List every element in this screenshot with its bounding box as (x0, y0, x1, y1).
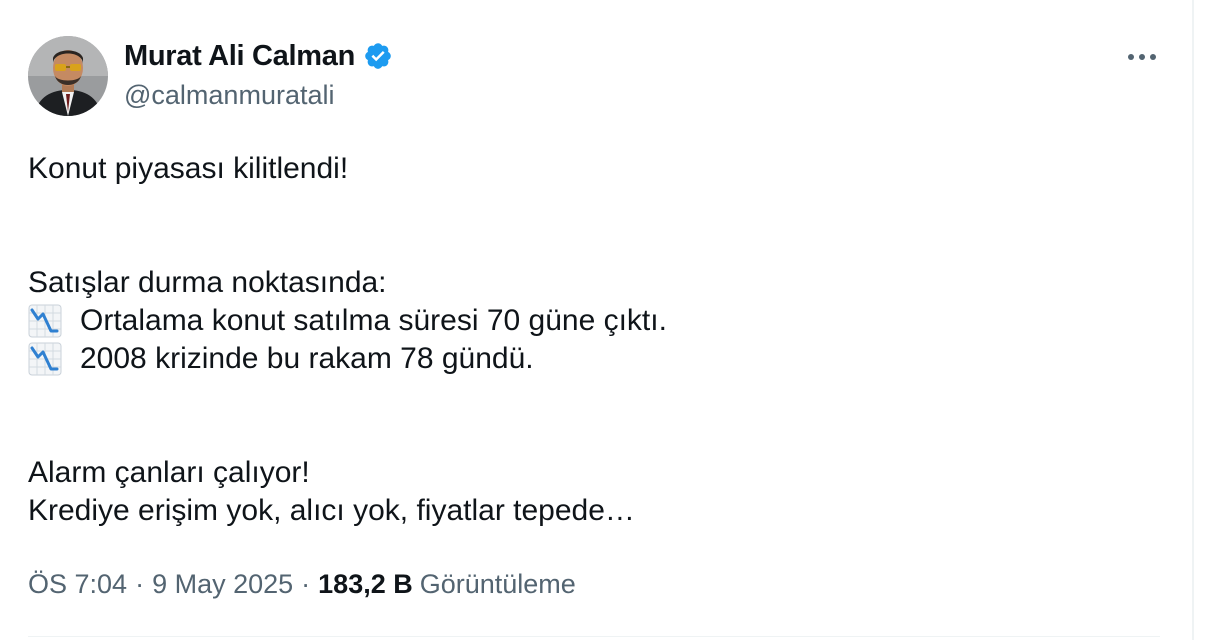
views-label: Görüntüleme (419, 568, 576, 599)
tweet-text: Konut piyasası kilitlendi! Satışlar durm… (28, 150, 1158, 530)
divider (28, 636, 1160, 637)
tweet-header: Murat Ali Calman @calmanmuratali (28, 36, 1168, 118)
avatar[interactable] (28, 36, 108, 116)
column-border (1192, 0, 1194, 640)
tweet: Murat Ali Calman @calmanmuratali Konut p… (0, 0, 1192, 640)
tweet-time-link[interactable]: ÖS 7:04 (28, 569, 127, 600)
chart-decreasing-emoji-icon (28, 342, 62, 376)
meta-separator: · (301, 568, 311, 599)
verified-badge-icon[interactable] (363, 41, 393, 71)
tweet-line-with-emoji: Ortalama konut satılma süresi 70 güne çı… (28, 302, 1158, 340)
tweet-line: Satışlar durma noktasında: (28, 266, 387, 299)
tweet-line: Alarm çanları çalıyor! (28, 456, 310, 489)
author-name-row: Murat Ali Calman (124, 38, 393, 74)
avatar-photo (28, 36, 108, 116)
meta-separator: · (135, 568, 145, 599)
author-handle[interactable]: @calmanmuratali (124, 80, 334, 111)
chart-decreasing-emoji-icon (28, 304, 62, 338)
tweet-line-text: Ortalama konut satılma süresi 70 güne çı… (80, 304, 667, 337)
more-horizontal-icon[interactable] (1122, 42, 1162, 72)
tweet-line-with-emoji: 2008 krizinde bu rakam 78 gündü. (28, 340, 1158, 378)
author-display-name[interactable]: Murat Ali Calman (124, 40, 355, 73)
tweet-metadata: ÖS 7:04 · 9 May 2025 · 183,2 B Görüntüle… (28, 566, 576, 602)
tweet-line: Krediye erişim yok, alıcı yok, fiyatlar … (28, 494, 635, 527)
tweet-line: Konut piyasası kilitlendi! (28, 152, 349, 185)
tweet-line-text: 2008 krizinde bu rakam 78 gündü. (80, 342, 534, 375)
tweet-date-link[interactable]: 9 May 2025 (152, 569, 293, 600)
views-count[interactable]: 183,2 B (318, 569, 413, 600)
